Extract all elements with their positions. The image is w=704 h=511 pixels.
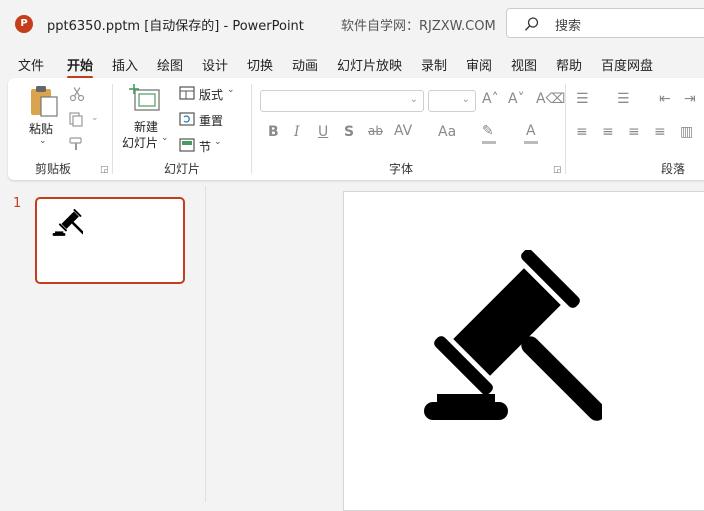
slide-canvas[interactable]	[343, 191, 704, 511]
bullets-icon[interactable]: ☰	[576, 91, 589, 107]
tab-slideshow[interactable]: 幻灯片放映	[337, 55, 402, 74]
reset-icon[interactable]	[179, 112, 195, 126]
gavel-icon	[52, 209, 83, 236]
clipboard-group-label: 剪贴板	[35, 162, 72, 176]
italic-button[interactable]: I	[294, 124, 300, 140]
copy-dropdown-chevron-icon[interactable]: ⌄	[91, 113, 99, 123]
layout-button[interactable]: 版式	[199, 86, 223, 103]
gavel-icon[interactable]	[422, 250, 602, 425]
slide-number: 1	[13, 196, 22, 211]
underline-button[interactable]: U	[318, 124, 328, 140]
cut-icon[interactable]	[69, 86, 85, 102]
paragraph-group-label: 段落	[661, 162, 686, 176]
tab-home[interactable]: 开始	[67, 55, 94, 79]
slide-thumbnail[interactable]	[35, 197, 185, 284]
font-group-label: 字体	[389, 162, 414, 176]
section-button[interactable]: 节	[199, 138, 211, 155]
separator	[565, 84, 566, 174]
new-slide-icon[interactable]	[129, 84, 161, 114]
text-shadow-button[interactable]: S	[344, 124, 354, 140]
tab-draw[interactable]: 绘图	[157, 55, 183, 74]
layout-icon[interactable]	[179, 86, 195, 100]
title-bar: P ppt6350.pptm [自动保存的] - PowerPoint 软件自学…	[0, 0, 704, 46]
font-name-dropdown[interactable]: ⌄	[260, 90, 424, 112]
bold-button[interactable]: B	[268, 124, 279, 140]
paste-icon[interactable]	[28, 84, 60, 118]
search-box[interactable]: 搜索	[506, 8, 704, 38]
align-center-icon[interactable]: ≡	[602, 124, 614, 140]
ribbon: 粘贴 ⌄ ⌄ 剪贴板 ◲ 新建 幻灯片 ⌄ 版式 ⌄ 重置 节 ⌄ 幻灯片 ⌄ …	[8, 78, 704, 180]
separator	[251, 84, 252, 174]
paste-label[interactable]: 粘贴	[29, 120, 53, 137]
font-color-bar	[524, 141, 538, 144]
tab-help[interactable]: 帮助	[556, 55, 582, 74]
new-slide-label-line1[interactable]: 新建	[134, 118, 158, 135]
slides-group-label: 幻灯片	[164, 162, 201, 176]
new-slide-label-line2[interactable]: 幻灯片	[122, 134, 158, 151]
highlight-color-bar	[482, 141, 496, 144]
copy-icon[interactable]	[68, 111, 84, 127]
align-right-icon[interactable]: ≡	[628, 124, 640, 140]
numbering-icon[interactable]: ☰	[617, 91, 630, 107]
format-painter-icon[interactable]	[68, 136, 84, 152]
search-placeholder: 搜索	[555, 19, 582, 34]
tab-file[interactable]: 文件	[18, 55, 44, 74]
powerpoint-logo-icon: P	[15, 15, 33, 33]
strikethrough-button[interactable]: ab	[368, 124, 383, 138]
watermark-text: 软件自学网：RJZXW.COM	[341, 19, 496, 34]
document-title: ppt6350.pptm [自动保存的] - PowerPoint	[47, 19, 304, 34]
tab-transitions[interactable]: 切换	[247, 55, 273, 74]
chevron-down-icon: ⌄	[461, 94, 470, 105]
change-case-button[interactable]: Aa	[438, 124, 456, 140]
search-icon	[524, 17, 539, 31]
decrease-font-size-icon[interactable]: A˅	[508, 91, 525, 107]
justify-icon[interactable]: ≡	[654, 124, 666, 140]
increase-indent-icon[interactable]: ⇥	[684, 91, 696, 107]
chevron-down-icon: ⌄	[409, 94, 418, 105]
separator	[112, 84, 113, 174]
align-left-icon[interactable]: ≡	[576, 124, 588, 140]
reset-button[interactable]: 重置	[199, 112, 223, 129]
clipboard-launcher-icon[interactable]: ◲	[100, 165, 109, 175]
tab-design[interactable]: 设计	[202, 55, 228, 74]
tab-baidu-netdisk[interactable]: 百度网盘	[601, 55, 653, 74]
new-slide-dropdown-chevron-icon[interactable]: ⌄	[161, 133, 169, 143]
tab-review[interactable]: 审阅	[466, 55, 492, 74]
font-color-icon[interactable]: A	[526, 123, 536, 139]
tab-record[interactable]: 录制	[421, 55, 447, 74]
section-icon[interactable]	[179, 138, 195, 152]
tab-animations[interactable]: 动画	[292, 55, 318, 74]
character-spacing-button[interactable]: AV	[394, 123, 412, 139]
font-launcher-icon[interactable]: ◲	[553, 165, 562, 175]
tab-view[interactable]: 视图	[511, 55, 537, 74]
layout-dropdown-chevron-icon[interactable]: ⌄	[227, 85, 235, 95]
section-dropdown-chevron-icon[interactable]: ⌄	[214, 137, 222, 147]
tab-insert[interactable]: 插入	[112, 55, 138, 74]
clear-formatting-icon[interactable]: A⌫	[536, 91, 565, 107]
highlight-color-icon[interactable]: ✎	[482, 123, 494, 139]
increase-font-size-icon[interactable]: A˄	[482, 91, 499, 107]
decrease-indent-icon[interactable]: ⇤	[659, 91, 671, 107]
font-size-dropdown[interactable]: ⌄	[428, 90, 476, 112]
columns-icon[interactable]: ▥	[680, 124, 693, 140]
ribbon-tabs: 文件 开始 插入 绘图 设计 切换 动画 幻灯片放映 录制 审阅 视图 帮助 百…	[0, 50, 704, 79]
paste-dropdown-chevron-icon[interactable]: ⌄	[39, 136, 47, 146]
